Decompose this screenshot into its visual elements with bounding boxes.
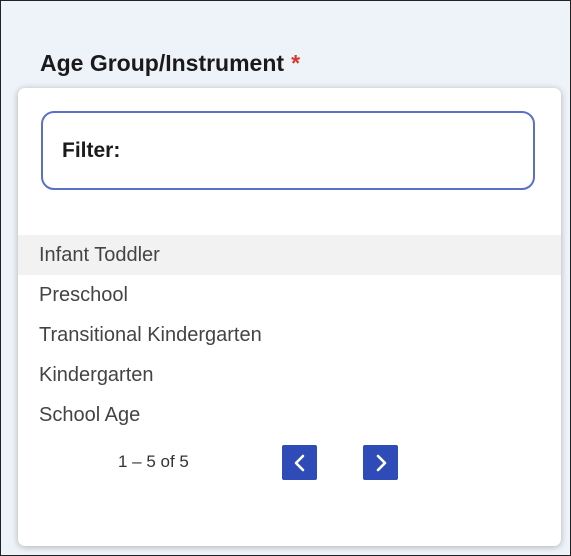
option-kindergarten[interactable]: Kindergarten bbox=[18, 355, 561, 395]
field-label: Age Group/Instrument * bbox=[40, 50, 300, 77]
screen-frame: Age Group/Instrument * Filter: Infant Tod… bbox=[0, 0, 571, 556]
previous-page-button[interactable] bbox=[282, 445, 317, 480]
chevron-left-icon bbox=[294, 454, 304, 471]
filter-input[interactable]: Filter: bbox=[41, 111, 535, 190]
option-infant-toddler[interactable]: Infant Toddler bbox=[18, 235, 561, 275]
pagination-range: 1 – 5 of 5 bbox=[118, 452, 189, 471]
next-page-button[interactable] bbox=[363, 445, 398, 480]
field-label-text: Age Group/Instrument bbox=[40, 50, 285, 76]
dropdown-panel: Filter: Infant Toddler Preschool Transit… bbox=[18, 88, 561, 546]
chevron-right-icon bbox=[376, 454, 386, 471]
option-preschool[interactable]: Preschool bbox=[18, 275, 561, 315]
option-transitional-kindergarten[interactable]: Transitional Kindergarten bbox=[18, 315, 561, 355]
filter-label: Filter: bbox=[62, 139, 121, 162]
option-list: Infant Toddler Preschool Transitional Ki… bbox=[18, 235, 561, 435]
required-asterisk: * bbox=[291, 50, 301, 76]
option-school-age[interactable]: School Age bbox=[18, 395, 561, 435]
